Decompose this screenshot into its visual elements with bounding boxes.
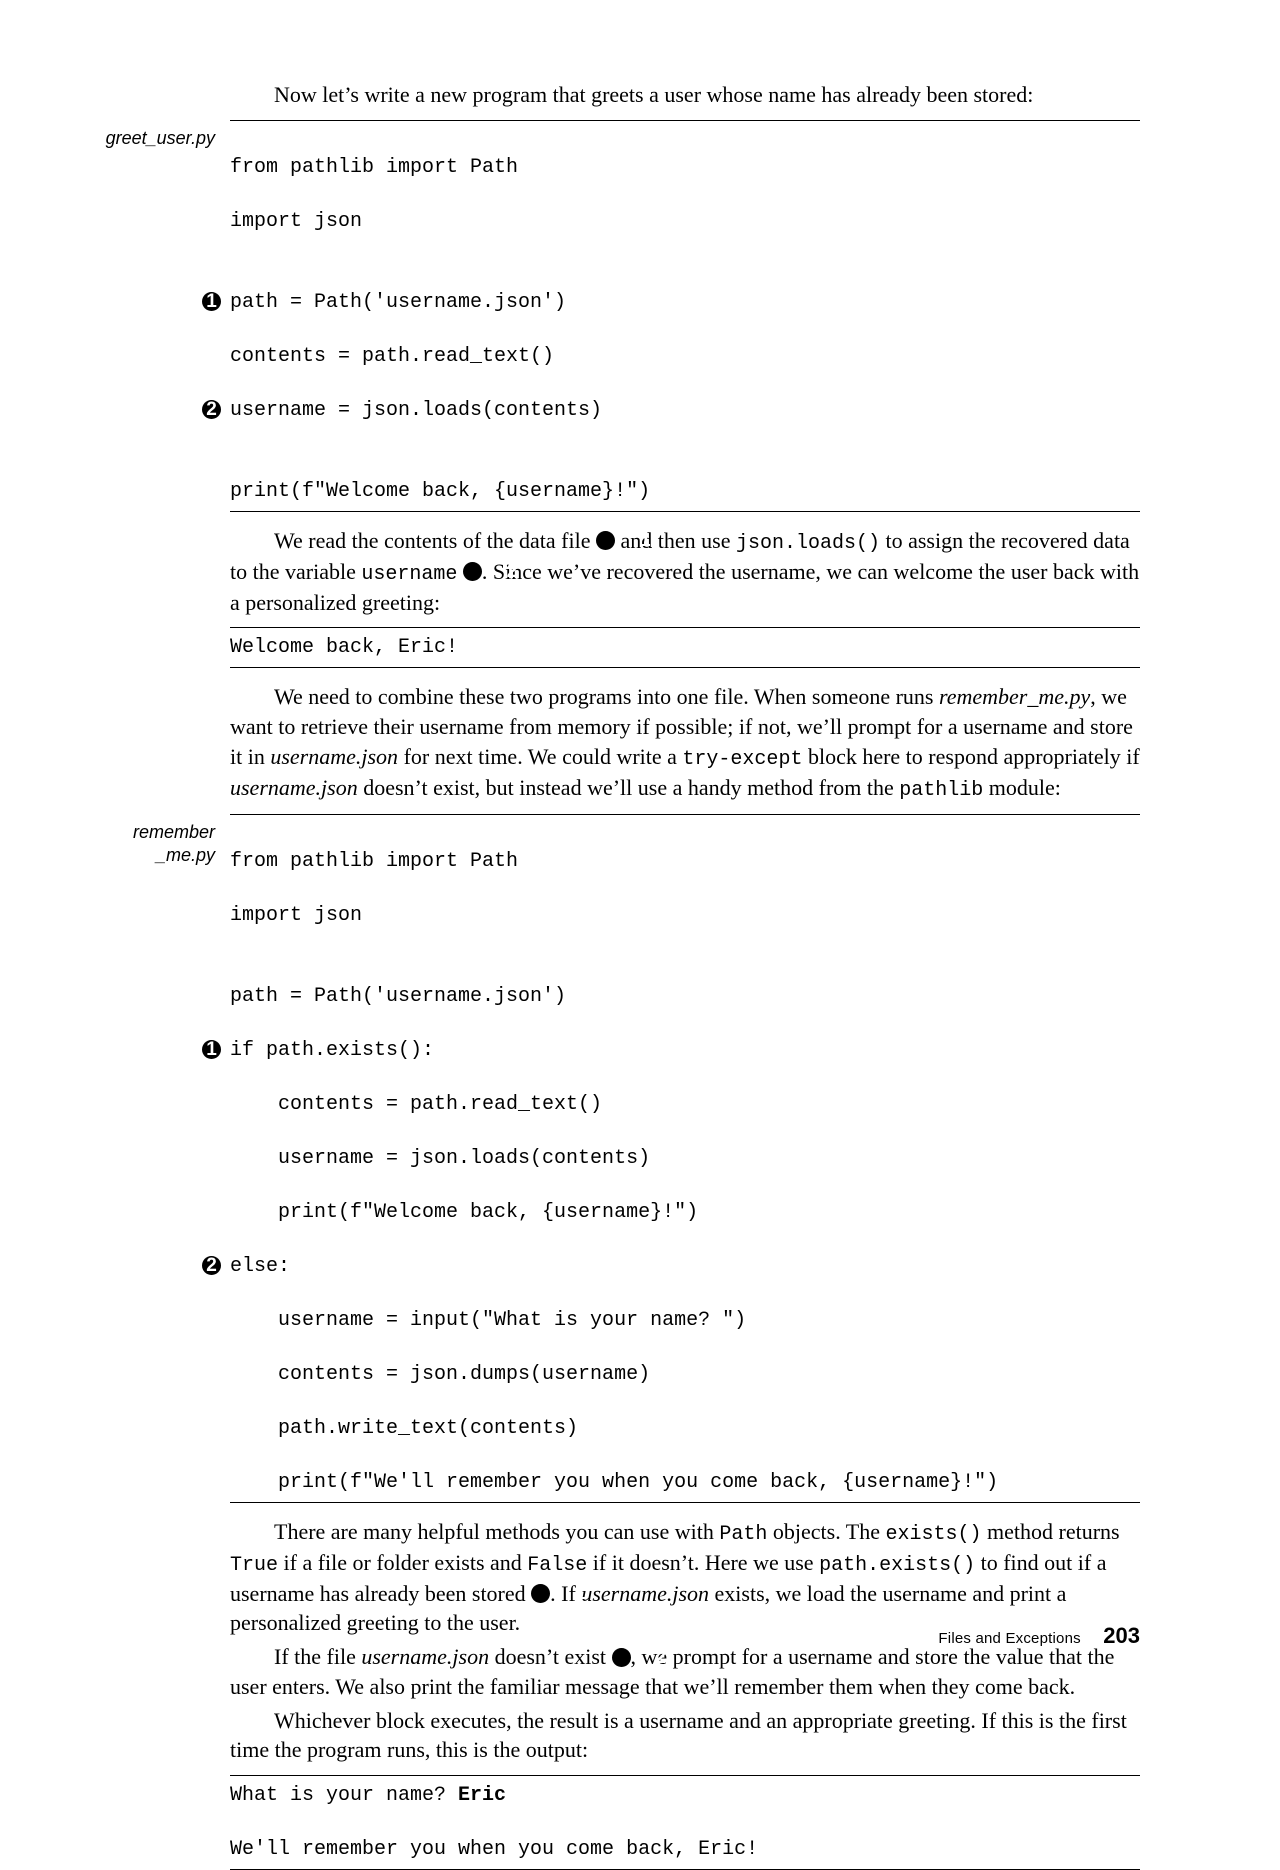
chapter-title: Files and Exceptions [938, 1630, 1080, 1647]
callout-2-inline-icon: 2 [463, 562, 482, 581]
page-number: 203 [1103, 1623, 1140, 1648]
intro-paragraph: Now let’s write a new program that greet… [230, 80, 1140, 110]
page-footer: Files and Exceptions 203 [938, 1623, 1140, 1649]
filename-label: remember_me.py [60, 821, 215, 868]
path-methods-paragraph: There are many helpful methods you can u… [230, 1517, 1140, 1638]
callout-1-icon: 1 [202, 1040, 221, 1059]
callout-1-inline-icon: 1 [531, 1584, 550, 1603]
callout-2-inline-icon: 2 [612, 1648, 631, 1667]
output-block-1: Welcome back, Eric! [230, 627, 1140, 668]
output-text: What is your name? Eric We'll remember y… [230, 1782, 1140, 1863]
code-block: from pathlib import Path import json pat… [230, 821, 1140, 1496]
explanation-paragraph: We read the contents of the data file 1 … [230, 526, 1140, 618]
code-listing-greet-user: greet_user.py from pathlib import Path i… [230, 120, 1140, 512]
output-text: Welcome back, Eric! [230, 634, 1140, 661]
code-block: from pathlib import Path import json 1pa… [230, 127, 1140, 505]
else-paragraph: If the file username.json doesn’t exist … [230, 1642, 1140, 1701]
book-page: Now let’s write a new program that greet… [0, 0, 1280, 1691]
combine-paragraph: We need to combine these two programs in… [230, 682, 1140, 803]
page-content: Now let’s write a new program that greet… [230, 80, 1140, 1870]
callout-1-icon: 1 [202, 292, 221, 311]
callout-1-inline-icon: 1 [596, 531, 615, 550]
whichever-paragraph: Whichever block executes, the result is … [230, 1706, 1140, 1765]
code-listing-remember-me: remember_me.py from pathlib import Path … [230, 814, 1140, 1503]
callout-2-icon: 2 [202, 400, 221, 419]
filename-label: greet_user.py [60, 127, 215, 150]
callout-2-icon: 2 [202, 1256, 221, 1275]
output-block-2: What is your name? Eric We'll remember y… [230, 1775, 1140, 1870]
